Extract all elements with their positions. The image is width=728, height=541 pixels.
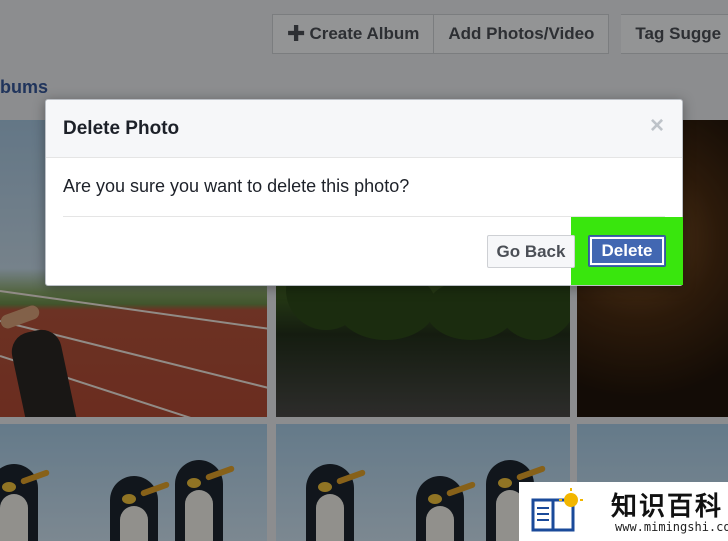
watermark-chinese-text: 知识百科 <box>611 492 724 522</box>
delete-button[interactable]: Delete <box>588 235 666 267</box>
close-icon[interactable]: × <box>650 114 664 138</box>
dialog-header: Delete Photo × <box>46 100 682 158</box>
dialog-title: Delete Photo <box>63 118 180 139</box>
delete-photo-dialog: Delete Photo × Are you sure you want to … <box>45 99 683 286</box>
delete-button-highlight: Delete <box>571 217 683 285</box>
watermark: 知识百科 www.mimingshi.com <box>519 482 728 541</box>
dialog-message: Are you sure you want to delete this pho… <box>63 176 410 196</box>
watermark-url: www.mimingshi.com <box>615 520 728 534</box>
go-back-button[interactable]: Go Back <box>487 235 575 268</box>
book-lightbulb-icon <box>531 488 583 532</box>
